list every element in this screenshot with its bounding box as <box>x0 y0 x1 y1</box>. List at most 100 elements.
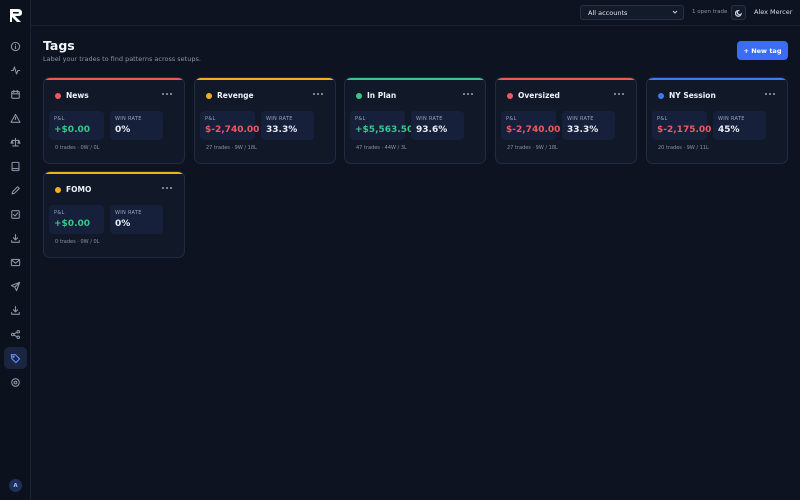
card-footer-stats: 27 trades · 9W / 18L <box>507 145 558 151</box>
win-rate-value: 0% <box>115 125 131 135</box>
win-rate-label: WIN RATE <box>416 116 443 122</box>
sidebar-item-send[interactable] <box>4 275 27 297</box>
pl-stat: P&L +$0.00 <box>49 111 104 140</box>
moon-icon <box>734 9 742 17</box>
pl-label: P&L <box>657 116 668 122</box>
page-title: Tags <box>43 38 75 53</box>
open-trades-indicator[interactable]: 1 open trade <box>692 9 727 15</box>
win-rate-label: WIN RATE <box>266 116 293 122</box>
tag-color-dot <box>206 93 212 99</box>
sidebar-item-book[interactable] <box>4 155 27 177</box>
win-rate-label: WIN RATE <box>115 210 142 216</box>
win-rate-stat: WIN RATE 33.3% <box>562 111 615 140</box>
tag-name: Revenge <box>217 91 254 100</box>
calendar-icon <box>11 89 20 99</box>
page-subtitle: Label your trades to find patterns acros… <box>43 55 201 63</box>
win-rate-label: WIN RATE <box>115 116 142 122</box>
mail-icon <box>10 258 21 266</box>
card-accent-line <box>647 78 787 80</box>
sidebar-item-download[interactable] <box>4 227 27 249</box>
win-rate-label: WIN RATE <box>718 116 745 122</box>
win-rate-value: 93.6% <box>416 125 448 135</box>
card-accent-line <box>195 78 335 80</box>
send-icon <box>10 281 21 291</box>
pl-label: P&L <box>355 116 366 122</box>
tag-color-dot <box>55 187 61 193</box>
tag-card[interactable]: News P&L +$0.00 WIN RATE 0% 0 trades · 0W / 0… <box>43 77 185 164</box>
alert-triangle-icon <box>10 113 21 123</box>
tag-card[interactable]: Revenge P&L $-2,740.00 WIN RATE 33.3% 27 trad… <box>194 77 336 164</box>
sidebar-item-alert-triangle[interactable] <box>4 107 27 129</box>
card-footer-stats: 0 trades · 0W / 0L <box>55 145 100 151</box>
tag-card[interactable]: NY Session P&L $-2,175.00 WIN RATE 45% 20 tra… <box>646 77 788 164</box>
sidebar-item-settings[interactable] <box>4 371 27 393</box>
more-options-icon[interactable] <box>463 91 473 97</box>
more-options-icon[interactable] <box>614 91 624 97</box>
sidebar-item-check-square[interactable] <box>4 203 27 225</box>
card-footer-stats: 0 trades · 0W / 0L <box>55 239 100 245</box>
win-rate-stat: WIN RATE 45% <box>713 111 766 140</box>
topbar <box>31 0 800 26</box>
tag-color-dot <box>507 93 513 99</box>
check-square-icon <box>11 209 20 219</box>
card-footer-stats: 20 trades · 9W / 11L <box>658 145 709 151</box>
sidebar-item-info[interactable] <box>4 35 27 57</box>
account-select-value: All accounts <box>588 8 628 17</box>
win-rate-stat: WIN RATE 0% <box>110 205 163 234</box>
tag-name: In Plan <box>367 91 397 100</box>
pl-value: $-2,740.00 <box>506 125 561 135</box>
sidebar-item-import[interactable] <box>4 299 27 321</box>
tag-name: FOMO <box>66 185 92 194</box>
theme-toggle-button[interactable] <box>731 5 746 20</box>
pl-stat: P&L $-2,740.00 <box>200 111 259 140</box>
pl-value: +$0.00 <box>54 219 91 229</box>
sidebar-item-scale[interactable] <box>4 131 27 153</box>
sidebar-item-calendar[interactable] <box>4 83 27 105</box>
tag-card[interactable]: In Plan P&L +$5,563.50 WIN RATE 93.6% 47 trad… <box>344 77 486 164</box>
app-logo[interactable] <box>8 8 23 23</box>
win-rate-stat: WIN RATE 33.3% <box>261 111 314 140</box>
sidebar-item-tag[interactable] <box>4 347 27 369</box>
book-icon <box>11 161 20 171</box>
win-rate-value: 33.3% <box>266 125 298 135</box>
sidebar-item-activity[interactable] <box>4 59 27 81</box>
pl-label: P&L <box>205 116 216 122</box>
avatar[interactable]: A <box>9 479 22 492</box>
chevron-down-icon <box>672 10 678 14</box>
tag-icon <box>10 353 21 363</box>
sidebar-item-pen[interactable] <box>4 179 27 201</box>
pl-stat: P&L +$5,563.50 <box>350 111 413 140</box>
sidebar-item-share[interactable] <box>4 323 27 345</box>
win-rate-value: 45% <box>718 125 740 135</box>
pl-label: P&L <box>54 210 65 216</box>
win-rate-value: 33.3% <box>567 125 599 135</box>
new-tag-button[interactable]: + New tag <box>737 41 788 60</box>
pl-stat: P&L +$0.00 <box>49 205 104 234</box>
more-options-icon[interactable] <box>162 91 172 97</box>
settings-icon <box>11 377 20 387</box>
pl-value: $-2,740.00 <box>205 125 260 135</box>
user-name[interactable]: Alex Mercer <box>754 8 792 16</box>
download-icon <box>11 233 20 243</box>
pl-stat: P&L $-2,740.00 <box>501 111 560 140</box>
tag-card[interactable]: Oversized P&L $-2,740.00 WIN RATE 33.3% 27 tr… <box>495 77 637 164</box>
win-rate-value: 0% <box>115 219 131 229</box>
card-footer-stats: 27 trades · 9W / 18L <box>206 145 257 151</box>
more-options-icon[interactable] <box>162 185 172 191</box>
tag-color-dot <box>658 93 664 99</box>
more-options-icon[interactable] <box>313 91 323 97</box>
card-accent-line <box>44 172 184 174</box>
pen-icon <box>11 185 20 194</box>
more-options-icon[interactable] <box>765 91 775 97</box>
card-accent-line <box>44 78 184 80</box>
account-select[interactable]: All accounts <box>580 5 684 20</box>
activity-icon <box>10 66 21 74</box>
win-rate-stat: WIN RATE 0% <box>110 111 163 140</box>
win-rate-label: WIN RATE <box>567 116 594 122</box>
win-rate-stat: WIN RATE 93.6% <box>411 111 464 140</box>
tag-card[interactable]: FOMO P&L +$0.00 WIN RATE 0% 0 trades · 0W / 0… <box>43 171 185 258</box>
tag-color-dot <box>356 93 362 99</box>
tag-color-dot <box>55 93 61 99</box>
sidebar-item-mail[interactable] <box>4 251 27 273</box>
card-footer-stats: 47 trades · 44W / 3L <box>356 145 407 151</box>
